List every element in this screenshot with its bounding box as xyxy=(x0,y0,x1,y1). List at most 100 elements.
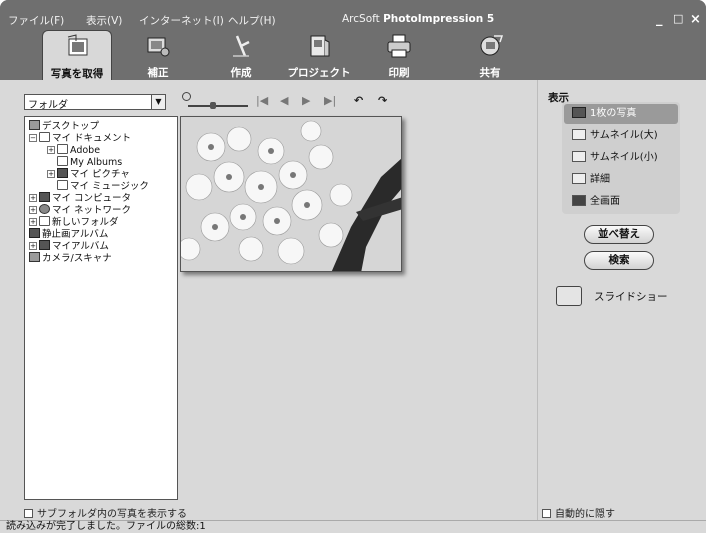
view-thumbnail-large[interactable]: サムネイル(大) xyxy=(564,126,678,146)
minimize-button[interactable]: _ xyxy=(656,12,663,27)
menu-file[interactable]: ファイル(F) xyxy=(8,13,64,28)
album-icon xyxy=(39,240,50,250)
printer-icon xyxy=(387,34,411,58)
enhance-icon xyxy=(147,37,170,57)
tab-get-photos-label: 写真を取得 xyxy=(50,68,104,80)
tree-item-my-albums[interactable]: My Albums xyxy=(57,156,122,168)
chevron-down-icon[interactable]: ▼ xyxy=(151,95,165,109)
tree-item-label: マイ ドキュメント xyxy=(52,133,132,144)
tree-item-my-music[interactable]: マイ ミュージック xyxy=(57,180,149,192)
auto-hide-checkbox[interactable]: 自動的に隠す xyxy=(542,505,615,520)
folder-icon xyxy=(57,156,68,166)
checkbox-box[interactable] xyxy=(24,509,33,518)
tab-share-label: 共有 xyxy=(479,67,501,79)
close-button[interactable]: × xyxy=(690,12,701,27)
get-photos-icon xyxy=(67,34,88,56)
tree-item-my-pictures[interactable]: + マイ ピクチャ xyxy=(47,168,130,180)
prev-photo-icon[interactable]: ◀ xyxy=(280,94,288,107)
app-title-brand: ArcSoft xyxy=(342,13,380,25)
view-fullscreen-label: 全画面 xyxy=(590,196,620,207)
folder-dropdown[interactable]: フォルダ ▼ xyxy=(24,94,166,111)
tree-item-camera-scanner[interactable]: カメラ/スキャナ xyxy=(29,252,112,264)
tree-item-label: カメラ/スキャナ xyxy=(42,253,112,264)
photo-preview[interactable] xyxy=(180,116,402,272)
expand-toggle[interactable]: + xyxy=(29,218,37,226)
view-thumbnail-small-label: サムネイル(小) xyxy=(590,152,658,163)
tree-item-label: マイアルバム xyxy=(52,241,109,252)
zoom-track[interactable] xyxy=(188,105,248,107)
last-photo-icon[interactable]: ▶| xyxy=(324,94,336,107)
expand-toggle[interactable]: + xyxy=(47,146,55,154)
tab-project[interactable]: プロジェクト xyxy=(284,30,354,80)
expand-toggle[interactable]: + xyxy=(47,170,55,178)
view-single-photo[interactable]: 1枚の写真 xyxy=(564,104,678,124)
auto-hide-label: 自動的に隠す xyxy=(555,509,615,520)
menu-view[interactable]: 表示(V) xyxy=(86,13,122,28)
view-thumbnail-small[interactable]: サムネイル(小) xyxy=(564,148,678,168)
album-icon xyxy=(29,228,40,238)
tab-get-photos[interactable]: 写真を取得 xyxy=(42,30,112,80)
tree-item-label: Adobe xyxy=(70,145,101,156)
tab-create-label: 作成 xyxy=(230,67,252,79)
folder-icon xyxy=(57,144,68,154)
slideshow-icon xyxy=(556,286,582,306)
folder-tree[interactable]: デスクトップ − マイ ドキュメント + Adobe My Albums + マイ ピ… xyxy=(24,116,178,500)
tree-item-new-folder[interactable]: + 新しいフォルダ xyxy=(29,216,119,228)
view-details-label: 詳細 xyxy=(590,174,610,185)
rotate-right-icon[interactable]: ↷ xyxy=(378,94,387,107)
tree-item-adobe[interactable]: + Adobe xyxy=(47,144,100,156)
tree-item-desktop[interactable]: デスクトップ xyxy=(29,120,99,132)
magnifier-icon xyxy=(182,92,191,101)
tree-item-my-network[interactable]: + マイ ネットワーク xyxy=(29,204,131,216)
app-title: ArcSoft PhotoImpression 5 xyxy=(342,13,494,25)
view-fullscreen[interactable]: 全画面 xyxy=(564,192,678,212)
maximize-button[interactable]: □ xyxy=(673,12,683,25)
view-single-photo-label: 1枚の写真 xyxy=(590,108,637,119)
tab-enhance[interactable]: 補正 xyxy=(123,30,193,80)
title-bar: ファイル(F) 表示(V) インターネット(I) ヘルプ(H) ArcSoft … xyxy=(0,0,706,30)
view-details[interactable]: 詳細 xyxy=(564,170,678,190)
project-icon xyxy=(310,35,330,57)
first-photo-icon[interactable]: |◀ xyxy=(256,94,268,107)
tab-print[interactable]: 印刷 xyxy=(364,30,434,80)
view-panel: 表示 1枚の写真 サムネイル(大) サムネイル(小) 詳細 全画面 並べ替え 検… xyxy=(537,80,706,520)
menu-help[interactable]: ヘルプ(H) xyxy=(228,13,276,28)
tree-item-still-album[interactable]: 静止画アルバム xyxy=(29,228,108,240)
slideshow-button[interactable]: スライドショー xyxy=(556,286,668,306)
tree-item-label: マイ コンピュータ xyxy=(52,193,132,204)
tree-item-label: 新しいフォルダ xyxy=(52,217,119,228)
show-subfolder-checkbox[interactable]: サブフォルダ内の写真を表示する xyxy=(24,505,187,520)
main-toolbar: 写真を取得 補正 作成 プロジェクト 印刷 共有 xyxy=(0,30,706,80)
next-photo-icon[interactable]: ▶ xyxy=(302,94,310,107)
thumbnail-small-icon xyxy=(572,151,586,162)
expand-toggle[interactable]: + xyxy=(29,206,37,214)
tree-item-my-album[interactable]: + マイアルバム xyxy=(29,240,109,252)
zoom-knob[interactable] xyxy=(210,102,216,109)
tab-enhance-label: 補正 xyxy=(147,67,169,79)
view-thumbnail-large-label: サムネイル(大) xyxy=(590,130,658,141)
tree-item-label: マイ ミュージック xyxy=(70,181,149,192)
music-folder-icon xyxy=(57,180,68,190)
tab-share[interactable]: 共有 xyxy=(455,30,525,80)
pictures-folder-icon xyxy=(57,168,68,178)
zoom-slider[interactable] xyxy=(182,92,248,109)
tab-create[interactable]: 作成 xyxy=(206,30,276,80)
tree-item-label: デスクトップ xyxy=(42,121,100,132)
rotate-left-icon[interactable]: ↶ xyxy=(354,94,363,107)
status-text: 読み込みが完了しました。ファイルの総数:1 xyxy=(6,521,206,532)
checkbox-box[interactable] xyxy=(542,509,551,518)
collapse-toggle[interactable]: − xyxy=(29,134,37,142)
tab-project-label: プロジェクト xyxy=(287,67,351,79)
folder-icon xyxy=(39,132,50,142)
expand-toggle[interactable]: + xyxy=(29,194,37,202)
show-subfolder-label: サブフォルダ内の写真を表示する xyxy=(37,509,187,520)
search-button[interactable]: 検索 xyxy=(584,251,654,270)
tree-item-my-computer[interactable]: + マイ コンピュータ xyxy=(29,192,131,204)
details-icon xyxy=(572,173,586,184)
tree-item-my-documents[interactable]: − マイ ドキュメント xyxy=(29,132,131,144)
expand-toggle[interactable]: + xyxy=(29,242,37,250)
tree-item-label: 静止画アルバム xyxy=(42,229,109,240)
sort-button[interactable]: 並べ替え xyxy=(584,225,654,244)
folder-icon xyxy=(39,216,50,226)
menu-internet[interactable]: インターネット(I) xyxy=(139,13,224,28)
